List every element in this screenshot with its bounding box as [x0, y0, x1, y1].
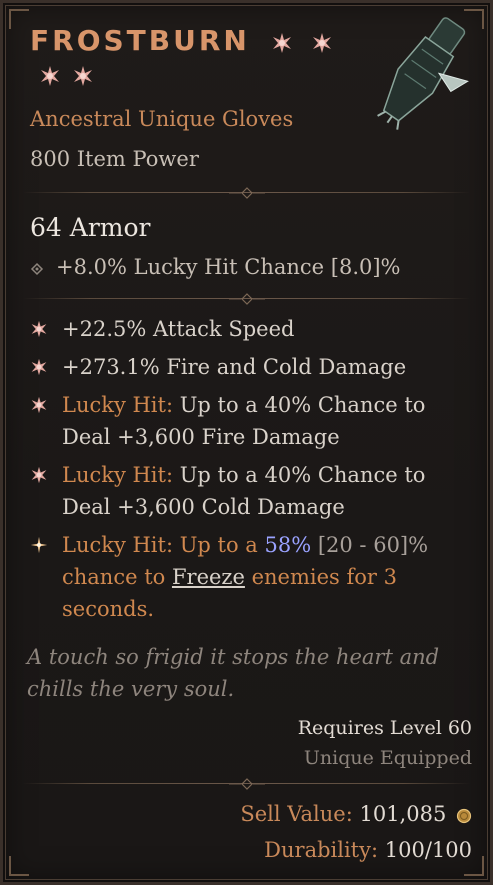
frame-corner: [9, 856, 29, 876]
requirements: Requires Level 60 Unique Equipped: [298, 713, 472, 773]
affix-row: +273.1% Fire and Cold Damage: [30, 351, 470, 383]
item-power: 800 Item Power: [30, 147, 199, 171]
affix-text: +22.5% Attack Speed: [62, 317, 295, 341]
gold-coin-icon: [456, 808, 472, 823]
armor-value: 64 Armor: [30, 213, 151, 242]
lucky-hit-label: Lucky Hit:: [62, 463, 174, 487]
item-type: Ancestral Unique Gloves: [30, 107, 294, 131]
star-burst-icon: [41, 66, 59, 86]
star-burst-icon: [31, 358, 47, 376]
star-burst-icon: [31, 320, 47, 338]
affix-list: +22.5% Attack Speed +273.1% Fire and Col…: [30, 313, 470, 631]
legendary-value: 58%: [264, 533, 312, 557]
implicit-affix: +8.0% Lucky Hit Chance [8.0]%: [30, 255, 401, 281]
affix-row: Lucky Hit: Up to a 40% Chance to Deal +3…: [30, 459, 470, 523]
affix-text: +273.1% Fire and Cold Damage: [62, 355, 407, 379]
sell-label: Sell Value:: [240, 802, 353, 826]
star-burst-icon: [31, 466, 47, 484]
durability-label: Durability:: [264, 838, 379, 862]
diamond-bullet-icon: [30, 257, 56, 281]
divider: [23, 778, 470, 790]
sell-value: Sell Value: 101,085: [240, 799, 472, 829]
frame-corner: [9, 9, 29, 29]
star-burst-icon: [74, 66, 93, 86]
unique-equipped: Unique Equipped: [303, 747, 472, 769]
freeze-keyword[interactable]: Freeze: [172, 565, 245, 589]
item-tooltip: FROSTBURN Ancestral Unique Gloves 800 It…: [0, 0, 493, 885]
item-name: FROSTBURN: [30, 24, 250, 57]
flavor-text: A touch so frigid it stops the heart and…: [27, 645, 440, 701]
divider: [23, 293, 470, 305]
item-title: FROSTBURN: [30, 21, 339, 62]
durability-value: 100/100: [384, 838, 472, 862]
sell-amount: 101,085: [359, 802, 447, 826]
star-burst-icon: [31, 396, 47, 414]
lucky-hit-label: Lucky Hit:: [62, 393, 174, 417]
sparkle-icon: [30, 536, 48, 554]
legendary-text: Lucky Hit: Up to a: [62, 533, 265, 557]
rank-stars: [39, 65, 100, 87]
durability: Durability: 100/100: [264, 835, 472, 865]
implicit-text: +8.0% Lucky Hit Chance [8.0]%: [56, 255, 401, 279]
legendary-affix: Lucky Hit: Up to a 58% [20 - 60]% chance…: [30, 529, 470, 625]
affix-row: Lucky Hit: Up to a 40% Chance to Deal +3…: [30, 389, 470, 453]
divider: [23, 187, 470, 199]
star-burst-icon: [313, 33, 332, 53]
legendary-range: [20 - 60]%: [311, 533, 429, 557]
gloves-icon: [377, 17, 469, 130]
required-level: Requires Level 60: [297, 717, 472, 739]
rank-stars: [271, 22, 340, 62]
affix-row: +22.5% Attack Speed: [30, 313, 470, 345]
legendary-text: chance to: [62, 565, 172, 589]
star-burst-icon: [272, 33, 291, 53]
